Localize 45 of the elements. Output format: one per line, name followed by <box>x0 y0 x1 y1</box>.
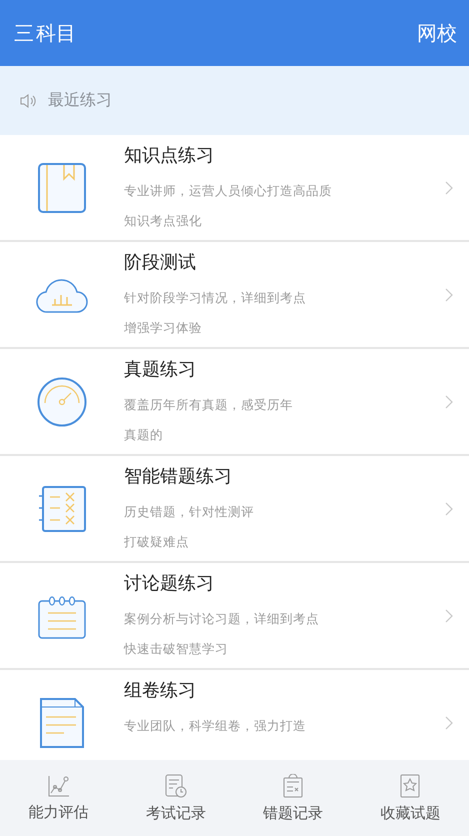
item-description: 专业团队，科学组卷，强力打造 <box>124 718 307 735</box>
book-icon <box>38 162 86 212</box>
practice-list-item[interactable]: 知识点练习 专业讲师，运营人员倾心打造高品质 知识考点强化 <box>0 135 469 242</box>
star-document-icon <box>400 774 420 798</box>
chevron-right-icon <box>445 180 453 194</box>
chevron-right-icon <box>445 502 453 516</box>
checklist-icon <box>38 486 86 532</box>
tab-button[interactable]: 错题记录 <box>234 760 352 836</box>
clipboard-icon <box>283 774 304 798</box>
brand-title: 网校 <box>417 20 457 46</box>
header-title: 科目 <box>36 20 76 46</box>
item-title: 知识点练习 <box>124 144 215 168</box>
item-description: 专业讲师，运营人员倾心打造高品质 <box>124 183 333 200</box>
document-icon <box>40 698 84 748</box>
item-title: 组卷练习 <box>124 679 197 703</box>
chevron-right-icon <box>445 288 453 302</box>
item-title: 阶段测试 <box>124 251 197 275</box>
speaker-icon <box>20 94 36 108</box>
line-chart-icon <box>48 774 70 796</box>
cloud-chart-icon <box>36 276 88 312</box>
item-title: 讨论题练习 <box>124 572 215 596</box>
item-description: 打破疑难点 <box>124 534 190 551</box>
item-description: 知识考点强化 <box>124 213 203 230</box>
item-description: 针对阶段学习情况，详细到考点 <box>124 290 307 307</box>
item-description: 增强学习体验 <box>124 320 203 337</box>
item-description: 快速击破智慧学习 <box>124 641 229 658</box>
recent-practice-label: 最近练习 <box>48 90 112 111</box>
item-title: 智能错题练习 <box>124 465 233 489</box>
item-description: 覆盖历年所有真题，感受历年 <box>124 397 294 414</box>
practice-list-item[interactable]: 真题练习 覆盖历年所有真题，感受历年 真题的 <box>0 349 469 456</box>
item-title: 真题练习 <box>124 358 197 382</box>
chevron-right-icon <box>445 716 453 730</box>
tab-button[interactable]: 收藏试题 <box>352 760 469 836</box>
chevron-right-icon <box>445 394 453 408</box>
item-description: 历史错题，针对性测评 <box>124 504 255 521</box>
practice-list-item[interactable]: 智能错题练习 历史错题，针对性测评 打破疑难点 <box>0 456 469 563</box>
practice-list-item[interactable]: 讨论题练习 案例分析与讨论习题，详细到考点 快速击破智慧学习 <box>0 563 469 670</box>
item-description: 真题的 <box>124 427 164 444</box>
tab-button[interactable]: 考试记录 <box>117 760 234 836</box>
item-description: 案例分析与讨论习题，详细到考点 <box>124 611 320 628</box>
chevron-right-icon <box>445 608 453 622</box>
gauge-icon <box>37 376 87 426</box>
tab-button[interactable]: 能力评估 <box>0 760 118 836</box>
practice-list-item[interactable]: 阶段测试 针对阶段学习情况，详细到考点 增强学习体验 <box>0 242 469 349</box>
clock-document-icon <box>164 774 187 798</box>
